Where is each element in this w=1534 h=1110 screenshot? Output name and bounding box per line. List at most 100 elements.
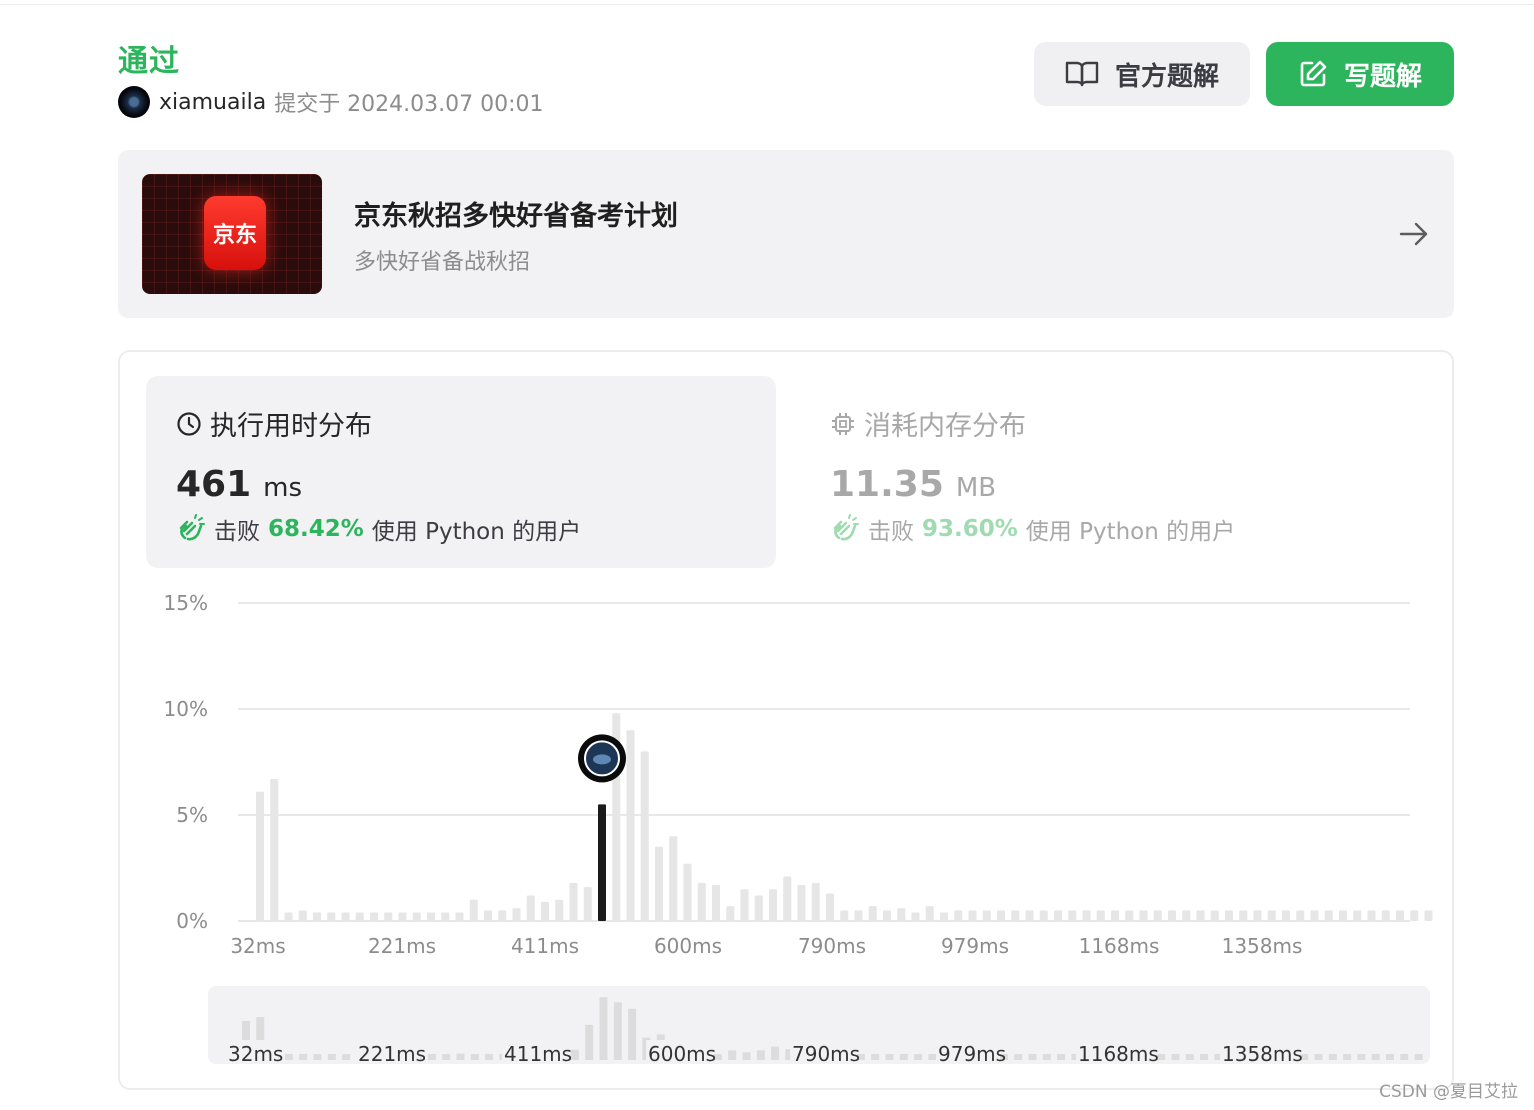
distribution-bar[interactable] (826, 893, 834, 921)
highlight-bar[interactable] (598, 804, 606, 921)
distribution-bar[interactable] (640, 751, 649, 921)
distribution-bar[interactable] (911, 912, 920, 921)
distribution-bar[interactable] (583, 887, 592, 921)
distribution-bar[interactable] (1125, 910, 1134, 921)
distribution-bar[interactable] (683, 863, 692, 921)
distribution-bar[interactable] (1396, 910, 1404, 921)
distribution-bar[interactable] (854, 910, 863, 921)
navigator-bar (313, 1054, 322, 1060)
navigator-bar (756, 1050, 765, 1060)
distribution-bar[interactable] (940, 912, 948, 921)
distribution-bar[interactable] (313, 912, 321, 921)
distribution-bar[interactable] (797, 884, 806, 921)
distribution-bar[interactable] (569, 882, 578, 921)
distribution-bar[interactable] (284, 912, 293, 921)
distribution-bar[interactable] (925, 906, 934, 921)
distribution-bar[interactable] (1153, 910, 1162, 921)
distribution-bar[interactable] (1039, 910, 1048, 921)
distribution-bar[interactable] (1225, 910, 1233, 921)
distribution-bar[interactable] (384, 912, 393, 921)
distribution-bar[interactable] (1210, 910, 1219, 921)
distribution-bar[interactable] (1410, 910, 1419, 921)
distribution-bar[interactable] (754, 895, 763, 921)
distribution-bar[interactable] (298, 910, 307, 921)
distribution-bar[interactable] (883, 910, 891, 921)
navigator-tick-label: 1358ms (1222, 1042, 1303, 1066)
distribution-bar[interactable] (498, 910, 507, 921)
distribution-bar[interactable] (1182, 910, 1191, 921)
write-solution-button[interactable]: 写题解 (1266, 42, 1454, 106)
distribution-bar[interactable] (355, 912, 364, 921)
distribution-bar[interactable] (1253, 910, 1262, 921)
distribution-bar[interactable] (256, 791, 264, 921)
distribution-bar[interactable] (769, 889, 777, 921)
distribution-bar[interactable] (868, 906, 877, 921)
distribution-bar[interactable] (1267, 910, 1276, 921)
distribution-bar[interactable] (541, 901, 549, 921)
distribution-bar[interactable] (370, 912, 378, 921)
distribution-bar[interactable] (1310, 910, 1319, 921)
avatar[interactable] (118, 86, 150, 118)
distribution-bar[interactable] (1139, 910, 1148, 921)
distribution-bar[interactable] (697, 882, 706, 921)
distribution-bar[interactable] (327, 912, 336, 921)
distribution-bar[interactable] (1339, 910, 1347, 921)
distribution-bar[interactable] (1096, 910, 1105, 921)
distribution-bar[interactable] (526, 895, 535, 921)
distribution-bar[interactable] (712, 884, 720, 921)
distribution-bar[interactable] (1054, 910, 1062, 921)
navigator-bar (1185, 1054, 1194, 1060)
distribution-bar[interactable] (626, 730, 635, 921)
y-tick-label: 5% (176, 803, 208, 827)
distribution-bar[interactable] (954, 910, 963, 921)
distribution-bar[interactable] (1296, 910, 1305, 921)
distribution-bar[interactable] (1424, 910, 1433, 921)
username[interactable]: xiamuaila (159, 90, 266, 115)
distribution-bar[interactable] (1324, 910, 1333, 921)
distribution-bar[interactable] (1239, 910, 1248, 921)
official-solution-button[interactable]: 官方题解 (1034, 42, 1250, 106)
x-tick-label: 411ms (511, 934, 579, 958)
distribution-bar[interactable] (1011, 910, 1020, 921)
navigator-bar (327, 1054, 336, 1060)
distribution-bar[interactable] (441, 912, 450, 921)
distribution-bar[interactable] (1282, 910, 1290, 921)
arrow-right-icon[interactable] (1398, 218, 1430, 250)
distribution-bar[interactable] (1082, 910, 1091, 921)
distribution-bar[interactable] (1367, 910, 1376, 921)
distribution-bar[interactable] (1381, 910, 1390, 921)
distribution-bar[interactable] (398, 912, 407, 921)
distribution-bar[interactable] (341, 912, 350, 921)
distribution-bar[interactable] (655, 846, 663, 921)
distribution-bar[interactable] (669, 836, 678, 921)
distribution-bar[interactable] (1196, 910, 1205, 921)
distribution-bar[interactable] (740, 889, 749, 921)
distribution-bar[interactable] (469, 899, 478, 921)
distribution-bar[interactable] (427, 912, 435, 921)
distribution-bar[interactable] (484, 910, 492, 921)
x-tick-label: 1358ms (1222, 934, 1303, 958)
distribution-bar[interactable] (1353, 910, 1362, 921)
distribution-bar[interactable] (997, 910, 1005, 921)
navigator-tick-label: 32ms (228, 1042, 283, 1066)
distribution-bar[interactable] (555, 899, 564, 921)
distribution-bar[interactable] (1111, 910, 1119, 921)
navigator-bar (1028, 1054, 1037, 1060)
distribution-bar[interactable] (412, 912, 421, 921)
distribution-bar[interactable] (897, 908, 906, 921)
distribution-bar[interactable] (982, 910, 991, 921)
distribution-bar[interactable] (840, 910, 849, 921)
distribution-bar[interactable] (455, 912, 464, 921)
distribution-bar[interactable] (1025, 910, 1034, 921)
promo-banner[interactable]: 京东 京东秋招多快好省备考计划 多快好省备战秋招 (118, 150, 1454, 318)
distribution-bar[interactable] (783, 876, 792, 921)
distribution-bar[interactable] (1068, 910, 1077, 921)
distribution-bar[interactable] (1168, 910, 1176, 921)
top-divider (0, 4, 1534, 5)
distribution-bar[interactable] (726, 906, 735, 921)
distribution-bar[interactable] (270, 778, 279, 921)
distribution-bar[interactable] (811, 882, 820, 921)
distribution-bar[interactable] (512, 908, 521, 921)
distribution-bar[interactable] (968, 910, 977, 921)
navigator-tick-label: 1168ms (1078, 1042, 1159, 1066)
